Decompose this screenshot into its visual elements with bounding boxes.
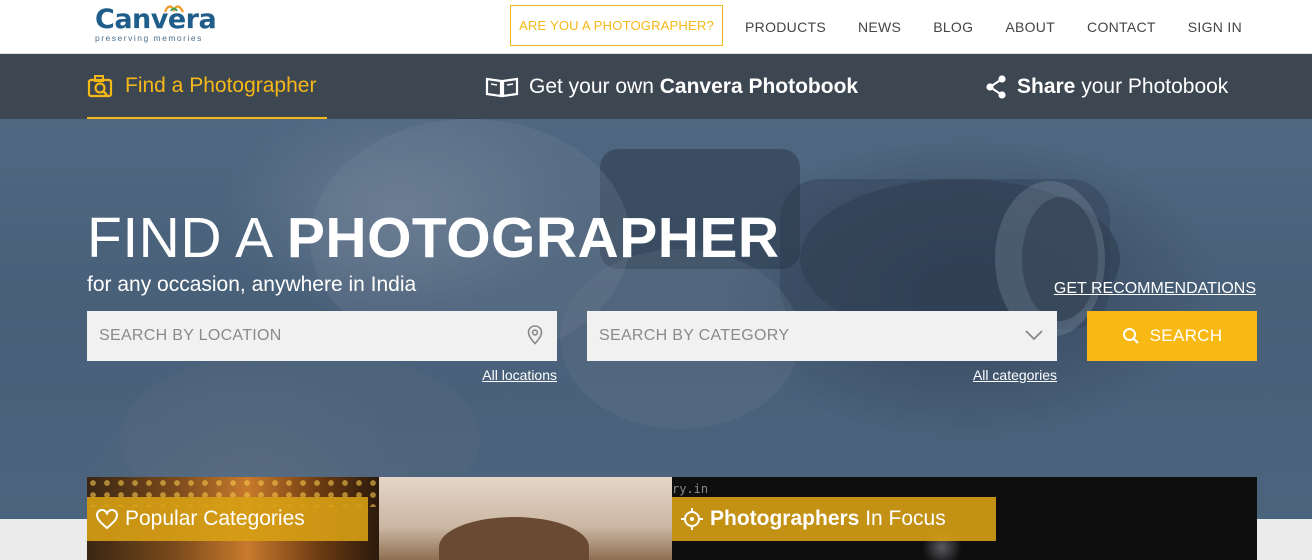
category-search-input[interactable]: [599, 327, 979, 345]
tab-photobook[interactable]: Get your own Canvera Photobook: [485, 54, 858, 119]
heart-icon: [95, 508, 119, 530]
main-nav: PRODUCTS NEWS BLOG ABOUT CONTACT SIGN IN: [713, 0, 1242, 54]
all-categories-link[interactable]: All categories: [973, 367, 1057, 383]
popular-categories-label: Popular Categories: [125, 507, 305, 530]
tab-find-prefix: Find a: [125, 73, 190, 97]
card-photo-subject: [439, 517, 589, 560]
tab-share-suffix: your Photobook: [1075, 74, 1229, 98]
category-search-box[interactable]: [587, 311, 1057, 361]
nav-news[interactable]: NEWS: [858, 19, 901, 35]
open-book-icon: [485, 76, 519, 98]
tab-find-strong: Photographer: [189, 73, 317, 97]
nav-contact[interactable]: CONTACT: [1087, 19, 1156, 35]
hero-title: FIND A PHOTOGRAPHER: [87, 205, 780, 271]
search-icon: [1122, 328, 1139, 344]
location-search-box[interactable]: [87, 311, 557, 361]
all-locations-link[interactable]: All locations: [482, 367, 557, 383]
nav-about[interactable]: ABOUT: [1005, 19, 1055, 35]
tab-share-photobook[interactable]: Share your Photobook: [985, 54, 1228, 119]
nav-blog[interactable]: BLOG: [933, 19, 973, 35]
get-recommendations-link[interactable]: GET RECOMMENDATIONS: [1054, 280, 1256, 298]
logo-leaf-icon: [163, 5, 184, 13]
map-pin-icon: [527, 325, 543, 350]
hero-title-bold: PHOTOGRAPHER: [286, 206, 780, 270]
canvera-logo[interactable]: Canvera preserving memories: [95, 5, 235, 45]
category-photo-card[interactable]: [379, 477, 672, 560]
focus-label-suffix: In Focus: [859, 507, 946, 530]
tab-find-photographer[interactable]: Find a Photographer: [87, 54, 327, 119]
search-button[interactable]: SEARCH: [1087, 311, 1257, 361]
hero-subtitle: for any occasion, anywhere in India: [87, 273, 417, 296]
photographers-in-focus-badge[interactable]: Photographers In Focus: [672, 497, 996, 541]
nav-sign-in[interactable]: SIGN IN: [1188, 19, 1242, 35]
hero-title-light: FIND A: [87, 206, 287, 270]
feature-tabs-bar: Find a Photographer Get your own Canvera…: [0, 54, 1312, 119]
share-icon: [985, 74, 1007, 99]
chevron-down-icon[interactable]: [1025, 328, 1043, 346]
hero-banner: FIND A PHOTOGRAPHER for any occasion, an…: [0, 119, 1312, 519]
tab-share-strong: Share: [1017, 74, 1076, 98]
popular-categories-badge[interactable]: Popular Categories: [87, 497, 368, 541]
search-button-label: SEARCH: [1149, 326, 1223, 345]
focus-label-strong: Photographers: [710, 507, 860, 530]
nav-products[interactable]: PRODUCTS: [745, 19, 826, 35]
tab-photobook-prefix: Get your own: [529, 74, 660, 98]
location-search-input[interactable]: [99, 327, 479, 345]
top-header: Canvera preserving memories ARE YOU A PH…: [0, 0, 1312, 54]
tab-photobook-strong: Canvera Photobook: [659, 74, 859, 98]
are-you-photographer-button[interactable]: ARE YOU A PHOTOGRAPHER?: [510, 5, 723, 46]
crosshair-icon: [680, 507, 704, 531]
card-watermark: ry.in: [672, 482, 709, 496]
camera-icon: [87, 74, 115, 98]
